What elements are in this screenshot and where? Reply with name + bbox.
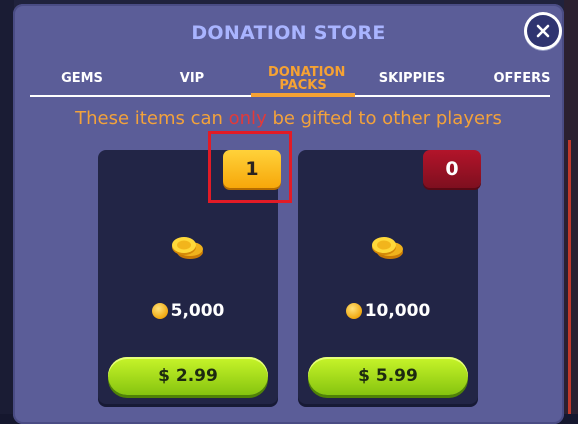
pack-amount-row: 5,000 — [98, 301, 278, 321]
tab-skippies[interactable]: SKIPPIES — [360, 62, 464, 95]
close-button[interactable] — [524, 12, 562, 50]
tab-label: SKIPPIES — [378, 71, 446, 86]
coin-stack-icon — [372, 237, 403, 259]
pack-amount-row: 10,000 — [298, 301, 478, 321]
donation-store-panel: DONATION STORE GEMS VIP DONATION PACKS S… — [13, 4, 564, 424]
pack-amount: 10,000 — [364, 301, 431, 321]
donation-pack-card: 0 10,000 $ 5.99 — [298, 150, 481, 404]
tab-label: GEMS — [61, 71, 103, 86]
pack-count: 0 — [445, 158, 459, 180]
tab-offers[interactable]: OFFERS — [470, 62, 574, 95]
buy-pack-button[interactable]: $ 5.99 — [308, 357, 468, 395]
pack-price: $ 5.99 — [358, 366, 418, 386]
tab-donation-packs[interactable]: DONATION PACKS — [251, 62, 355, 95]
background-edge — [568, 140, 571, 414]
tab-label: DONATION PACKS — [268, 64, 346, 93]
tab-label: VIP — [179, 71, 205, 86]
coin-icon — [151, 303, 168, 319]
notice-text: These items can — [75, 108, 229, 129]
tab-label: OFFERS — [493, 71, 551, 86]
store-tabs: GEMS VIP DONATION PACKS SKIPPIES OFFERS — [30, 62, 551, 98]
pack-amount: 5,000 — [170, 301, 225, 321]
tab-gems[interactable]: GEMS — [30, 62, 134, 95]
pack-price: $ 2.99 — [158, 366, 218, 386]
coin-icon — [345, 303, 362, 319]
pack-count-badge: 0 — [423, 150, 481, 188]
tab-vip[interactable]: VIP — [140, 62, 244, 95]
coin-stack-icon — [172, 237, 203, 259]
highlight-box — [208, 131, 292, 203]
buy-pack-button[interactable]: $ 2.99 — [108, 357, 268, 395]
active-tab-indicator — [251, 93, 355, 97]
gift-notice: These items can only be gifted to other … — [13, 108, 564, 129]
notice-text: be gifted to other players — [266, 108, 502, 129]
close-icon — [527, 15, 559, 47]
notice-emphasis: only — [228, 108, 267, 129]
store-title: DONATION STORE — [191, 22, 386, 44]
